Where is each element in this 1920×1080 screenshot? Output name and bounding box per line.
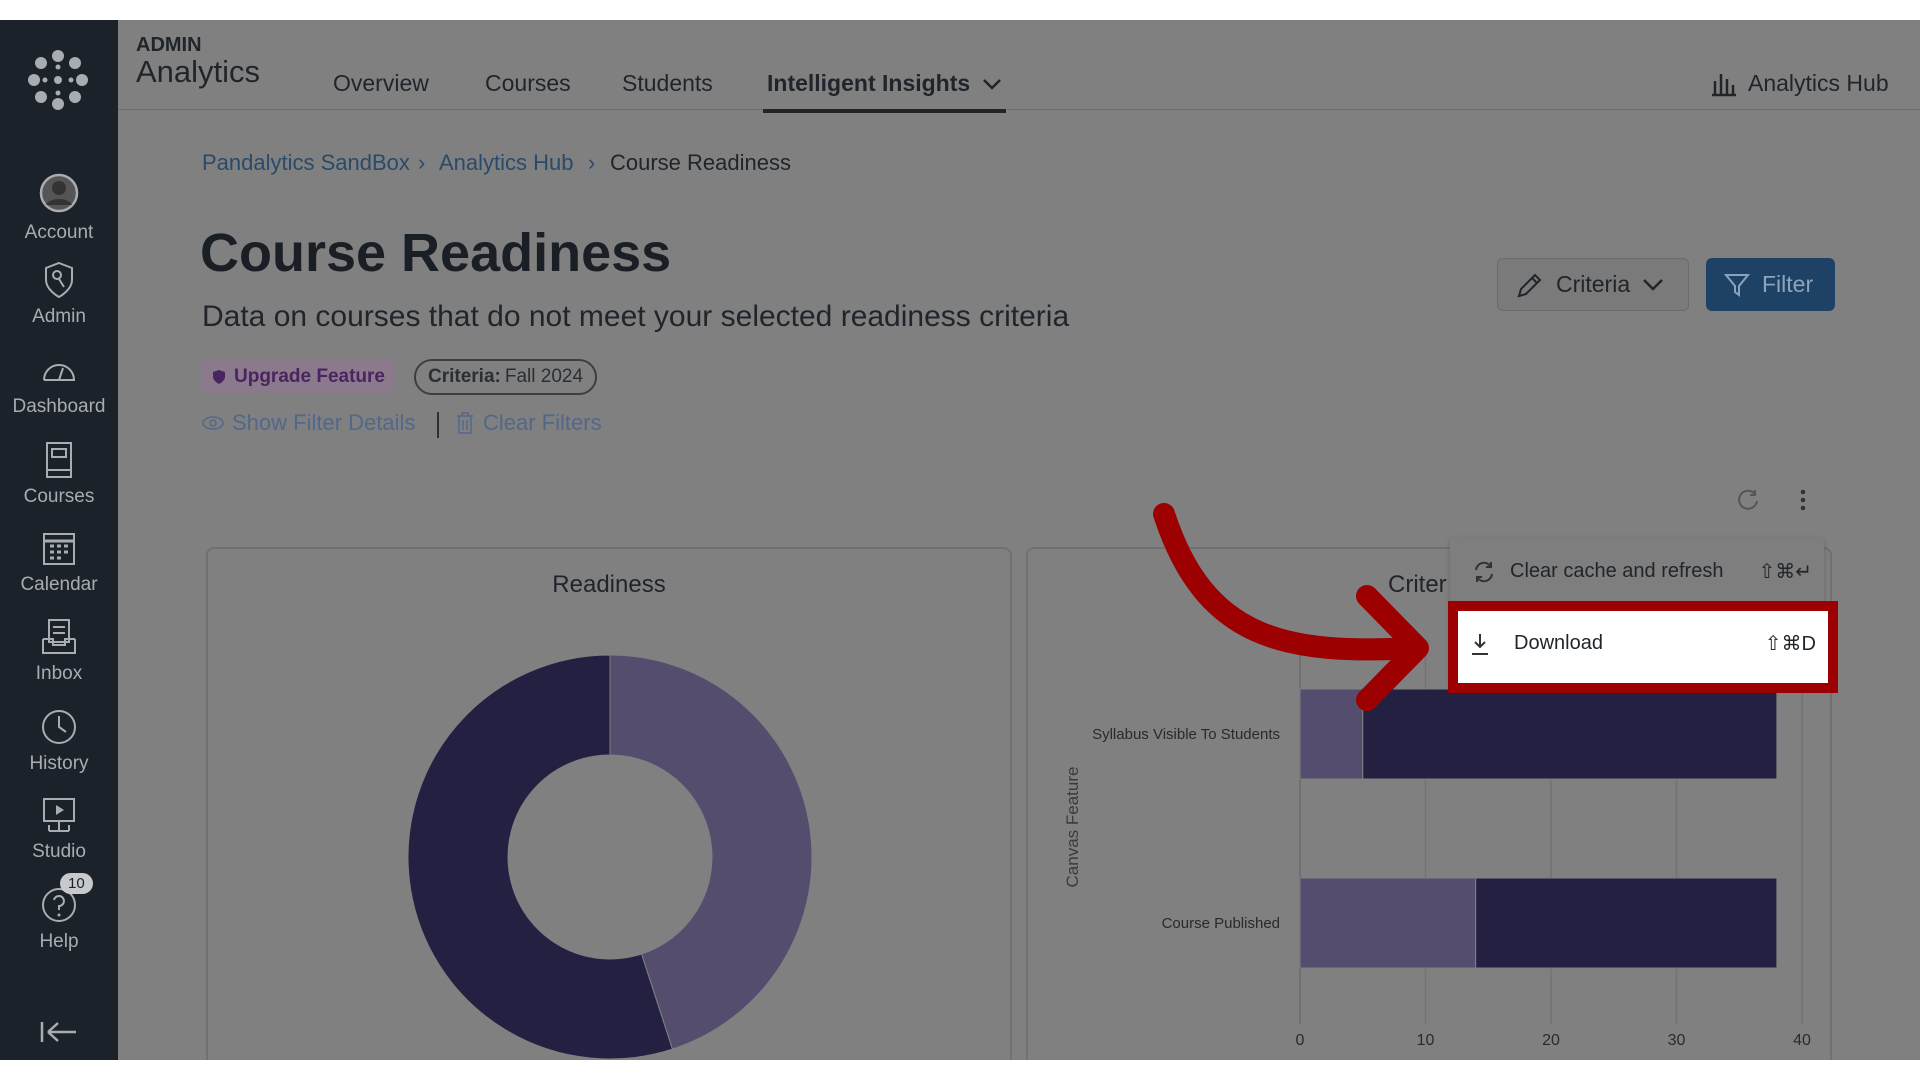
- criteria-badge-label: Criteria:: [428, 366, 501, 387]
- app-title: Analytics: [136, 54, 261, 89]
- breadcrumb-separator: ›: [418, 150, 426, 175]
- sidebar-item-label: Account: [24, 222, 94, 243]
- menu-item-label: Download: [1514, 632, 1603, 654]
- nav-students[interactable]: Students: [622, 70, 713, 97]
- sidebar-item-studio[interactable]: Studio: [0, 795, 118, 863]
- canvas-logo-icon[interactable]: [28, 50, 88, 110]
- criteria-dropdown-button[interactable]: Criteria: [1497, 258, 1689, 311]
- bar-segment[interactable]: [1362, 688, 1778, 780]
- sidebar-item-label: Calendar: [20, 574, 98, 595]
- x-tick-label: 20: [1542, 1032, 1560, 1049]
- nav-overview[interactable]: Overview: [333, 70, 429, 97]
- breadcrumb-item[interactable]: Analytics Hub: [439, 150, 574, 176]
- download-icon: [1472, 633, 1488, 655]
- readiness-donut-chart: [407, 654, 813, 1060]
- criteria-badge-value: Fall 2024: [504, 366, 584, 387]
- page-subtitle: Data on courses that do not meet your se…: [202, 300, 1070, 333]
- x-tick-label: 40: [1793, 1032, 1811, 1049]
- app-header: ADMIN Analytics Overview Courses Student…: [118, 20, 1920, 113]
- sidebar-item-calendar[interactable]: Calendar: [0, 528, 118, 596]
- sidebar-item-account[interactable]: Account: [0, 170, 118, 244]
- menu-item-shortcut: ⇧⌘↵: [1758, 561, 1812, 583]
- book-icon: [46, 442, 72, 478]
- kebab-menu-icon[interactable]: [1798, 488, 1808, 512]
- filter-icon: [1724, 273, 1750, 297]
- upgrade-label: Upgrade Feature: [234, 366, 385, 387]
- bar-segment[interactable]: [1475, 877, 1778, 969]
- chevron-down-icon: [1643, 278, 1664, 291]
- criteria-button-label: Criteria: [1556, 271, 1631, 297]
- nav-label: Intelligent Insights: [767, 70, 971, 96]
- x-tick-label: 30: [1668, 1032, 1686, 1049]
- x-tick-label: 10: [1417, 1032, 1435, 1049]
- pencil-icon: [1517, 273, 1542, 297]
- sidebar-item-label: Courses: [23, 486, 95, 507]
- menu-item-clear-cache[interactable]: Clear cache and refresh ⇧⌘↵: [1472, 559, 1812, 584]
- menu-item-label: Clear cache and refresh: [1510, 560, 1724, 582]
- global-nav-sidebar: Account Admin Dashboard Courses Calendar Inbo…: [0, 20, 118, 1060]
- sidebar-item-help[interactable]: Help 10: [0, 873, 118, 953]
- filter-button[interactable]: Filter: [1706, 258, 1835, 311]
- category-label: Course Published: [1162, 915, 1280, 932]
- shield-key-icon: [45, 261, 73, 299]
- sidebar-item-label: Help: [39, 931, 79, 952]
- clear-filters-label: Clear Filters: [483, 410, 602, 435]
- analytics-hub-label: Analytics Hub: [1748, 70, 1889, 96]
- speedometer-icon: [43, 364, 76, 381]
- sidebar-item-dashboard[interactable]: Dashboard: [0, 350, 118, 418]
- refresh-icon[interactable]: [1736, 488, 1760, 512]
- trash-icon: [457, 412, 473, 434]
- user-avatar-icon: [39, 173, 79, 213]
- sidebar-item-inbox[interactable]: Inbox: [0, 617, 118, 685]
- divider: [437, 412, 439, 438]
- bar-segment[interactable]: [1299, 688, 1364, 780]
- menu-item-download[interactable]: Download ⇧⌘D: [1448, 601, 1838, 693]
- breadcrumb-current: Course Readiness: [610, 150, 791, 175]
- clock-icon: [42, 710, 76, 744]
- analytics-hub-link[interactable]: Analytics Hub: [1710, 70, 1889, 97]
- bar-chart-icon: [1712, 73, 1736, 96]
- bottom-margin: [0, 1060, 1920, 1080]
- page-title: Course Readiness: [200, 223, 672, 283]
- calendar-icon: [43, 533, 75, 565]
- nav-courses[interactable]: Courses: [485, 70, 571, 97]
- clear-filters-link[interactable]: Clear Filters: [455, 410, 602, 436]
- studio-icon: [43, 798, 75, 832]
- readiness-card: Readiness: [206, 547, 1012, 1077]
- show-filter-details-link[interactable]: Show Filter Details: [202, 410, 415, 436]
- breadcrumb-item[interactable]: Pandalytics SandBox: [202, 150, 410, 176]
- notification-badge: 10: [60, 873, 93, 894]
- bar-segment[interactable]: [1299, 877, 1477, 969]
- sidebar-item-label: Inbox: [35, 663, 83, 684]
- sync-icon: [1475, 561, 1493, 582]
- inbox-icon: [42, 619, 76, 654]
- menu-item-shortcut: ⇧⌘D: [1764, 633, 1816, 655]
- show-filter-label: Show Filter Details: [232, 410, 416, 435]
- chevron-down-icon: [983, 79, 1002, 90]
- sidebar-item-label: Studio: [32, 841, 86, 862]
- x-tick-label: 0: [1296, 1032, 1305, 1049]
- sidebar-item-label: History: [29, 753, 89, 774]
- criteria-badge: Criteria: Fall 2024: [414, 359, 598, 395]
- shield-icon: [213, 370, 225, 384]
- eye-icon: [202, 416, 224, 430]
- sidebar-item-admin[interactable]: Admin: [0, 260, 118, 328]
- collapse-nav-icon[interactable]: [40, 1020, 78, 1044]
- nav-intelligent-insights[interactable]: Intelligent Insights: [763, 70, 1007, 113]
- upgrade-feature-badge: Upgrade Feature: [202, 360, 395, 394]
- sidebar-item-label: Dashboard: [12, 396, 106, 417]
- sidebar-item-courses[interactable]: Courses: [0, 440, 118, 508]
- sidebar-item-label: Admin: [32, 306, 86, 327]
- sidebar-item-history[interactable]: History: [0, 707, 118, 775]
- filter-button-label: Filter: [1762, 271, 1814, 297]
- category-label: Syllabus Visible To Students: [1092, 726, 1280, 743]
- breadcrumb-separator: ›: [588, 150, 596, 175]
